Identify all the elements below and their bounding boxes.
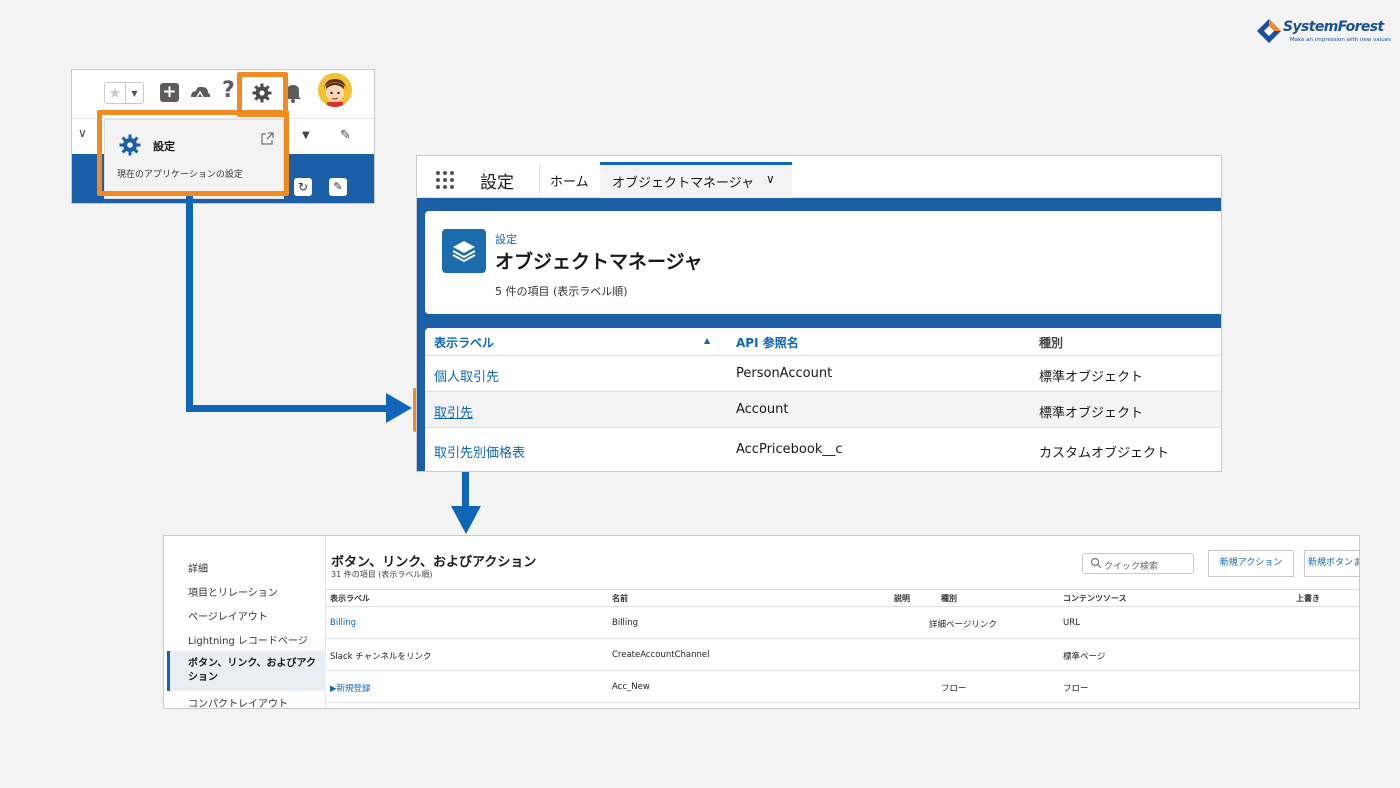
help-icon[interactable]: ? xyxy=(222,78,235,103)
action-name: Acc_New xyxy=(612,682,650,692)
breadcrumb[interactable]: 設定 xyxy=(495,231,517,247)
avatar-character-icon xyxy=(318,73,352,107)
page-header-card: 設定 オブジェクトマネージャ 5 件の項目 (表示ラベル順) xyxy=(425,211,1221,314)
nav-divider xyxy=(539,164,540,194)
action-source: フロー xyxy=(1063,684,1089,694)
column-header-override[interactable]: 上書き xyxy=(1296,593,1320,604)
caret-down-icon[interactable]: ▼ xyxy=(302,130,310,141)
column-header-name[interactable]: 名前 xyxy=(612,593,628,604)
object-sidebar: 詳細 項目とリレーション ページレイアウト Lightning レコードページ … xyxy=(164,536,326,708)
objects-table: 表示ラベル ▲ API 参照名 種別 個人取引先 PersonAccount 標… xyxy=(425,328,1221,471)
table-row: 個人取引先 PersonAccount 標準オブジェクト xyxy=(425,355,1221,391)
item-count: 5 件の項目 (表示ラベル順) xyxy=(495,285,628,298)
new-button-or-link-button[interactable]: 新規ボタンまたはリンク xyxy=(1304,550,1359,577)
logo-tagline: Make an impression with new values xyxy=(1290,37,1392,43)
item-count: 31 件の項目 (表示ラベル順) xyxy=(331,570,433,579)
action-label: Slack チャンネルをリンク xyxy=(330,652,432,662)
logo-mark-icon xyxy=(1257,19,1281,43)
sidebar-item-buttons-links-actions[interactable]: ボタン、リンク、およびアクション xyxy=(167,651,326,691)
column-header-api[interactable]: API 参照名 xyxy=(736,334,799,351)
sidebar-item-label: ボタン、リンク、およびアクション xyxy=(188,658,316,683)
app-title: 設定 xyxy=(480,173,514,193)
star-icon: ★ xyxy=(108,84,122,102)
search-placeholder: クイック検索 xyxy=(1104,562,1159,572)
sidebar-item-details[interactable]: 詳細 xyxy=(188,560,208,575)
table-row: Billing Billing 詳細ページリンク URL xyxy=(326,607,1359,639)
flow-arrow-segment xyxy=(186,405,390,412)
object-link[interactable]: 取引先 xyxy=(434,402,473,421)
logo-name: SystemForest xyxy=(1283,19,1384,35)
sidebar-item-page-layouts[interactable]: ページレイアウト xyxy=(188,608,268,623)
systemforest-logo: SystemForest Make an impression with new… xyxy=(1256,16,1392,50)
column-header-label[interactable]: 表示ラベル xyxy=(434,334,494,351)
refresh-icon[interactable]: ↻ xyxy=(294,178,312,196)
column-header-content-source[interactable]: コンテンツソース xyxy=(1063,593,1127,604)
chevron-down-icon[interactable]: ∨ xyxy=(78,126,87,140)
tab-object-manager[interactable]: オブジェクトマネージャ ∨ xyxy=(600,162,792,198)
column-header-description[interactable]: 説明 xyxy=(894,593,910,604)
action-name: CreateAccountChannel xyxy=(612,650,710,660)
sort-ascending-icon[interactable]: ▲ xyxy=(704,336,710,345)
caret-down-icon[interactable]: ▼ xyxy=(125,83,143,103)
trailhead-icon[interactable] xyxy=(189,83,211,103)
chevron-down-icon[interactable]: ∨ xyxy=(766,172,775,186)
user-avatar[interactable] xyxy=(318,73,352,107)
table-row: 取引先別価格表 AccPricebook__c カスタムオブジェクト xyxy=(425,427,1221,471)
object-link[interactable]: 個人取引先 xyxy=(434,366,499,385)
app-launcher-icon[interactable] xyxy=(435,170,455,190)
action-source: 標準ページ xyxy=(1063,652,1106,662)
setup-nav-bar: 設定 ホーム オブジェクトマネージャ ∨ xyxy=(417,156,1221,198)
new-action-button[interactable]: 新規アクション xyxy=(1208,550,1294,577)
object-manager-panel: 設定 ホーム オブジェクトマネージャ ∨ 設定 オブジェクトマネージャ 5 件の… xyxy=(416,155,1222,472)
action-kind: フロー xyxy=(941,684,967,694)
column-header-kind[interactable]: 種別 xyxy=(1039,334,1063,351)
column-header-label[interactable]: 表示ラベル xyxy=(330,593,370,604)
object-kind: カスタムオブジェクト xyxy=(1039,446,1170,461)
action-name: Billing xyxy=(612,618,639,628)
object-manager-icon xyxy=(442,229,486,273)
action-link[interactable]: ▶新規登録 xyxy=(330,682,371,694)
buttons-links-actions-panel: 詳細 項目とリレーション ページレイアウト Lightning レコードページ … xyxy=(163,535,1360,709)
object-link[interactable]: 取引先別価格表 xyxy=(434,442,525,461)
page-title: オブジェクトマネージャ xyxy=(495,251,703,273)
layers-icon xyxy=(452,241,476,263)
section-title: ボタン、リンク、およびアクション xyxy=(331,555,537,570)
sidebar-item-compact-layouts[interactable]: コンパクトレイアウト xyxy=(188,695,288,708)
tab-object-manager-label: オブジェクトマネージャ xyxy=(612,176,755,191)
actions-table-header: 表示ラベル 名前 説明 種別 コンテンツソース 上書き xyxy=(326,589,1359,607)
sidebar-item-fields[interactable]: 項目とリレーション xyxy=(188,584,278,599)
arrowhead-down xyxy=(451,506,481,534)
favorites-button[interactable]: ★ ▼ xyxy=(104,82,144,104)
highlight-setup-menu xyxy=(97,110,289,196)
edit-pencil-icon[interactable]: ✎ xyxy=(340,128,351,143)
quick-search-input[interactable]: クイック検索 xyxy=(1082,553,1194,574)
sidebar-item-lightning-pages[interactable]: Lightning レコードページ xyxy=(188,632,308,647)
api-name: Account xyxy=(736,402,789,417)
flow-arrow-segment xyxy=(186,196,193,412)
global-actions-button[interactable]: + xyxy=(160,83,179,102)
action-link[interactable]: Billing xyxy=(330,618,356,628)
search-icon xyxy=(1090,557,1102,569)
edit-pencil-icon[interactable]: ✎ xyxy=(329,178,347,196)
action-kind: 詳細ページリンク xyxy=(929,620,997,630)
table-row: 取引先 Account 標準オブジェクト xyxy=(425,391,1221,427)
table-row: Slack チャンネルをリンク CreateAccountChannel 標準ペ… xyxy=(326,639,1359,671)
api-name: AccPricebook__c xyxy=(736,442,843,457)
tab-home[interactable]: ホーム xyxy=(550,171,589,190)
column-header-kind[interactable]: 種別 xyxy=(941,593,957,604)
arrowhead-right xyxy=(386,393,412,423)
object-kind: 標準オブジェクト xyxy=(1039,370,1144,385)
api-name: PersonAccount xyxy=(736,366,833,381)
table-row: ▶新規登録 Acc_New フロー フロー xyxy=(326,671,1359,703)
object-kind: 標準オブジェクト xyxy=(1039,406,1144,421)
action-source: URL xyxy=(1063,618,1080,628)
